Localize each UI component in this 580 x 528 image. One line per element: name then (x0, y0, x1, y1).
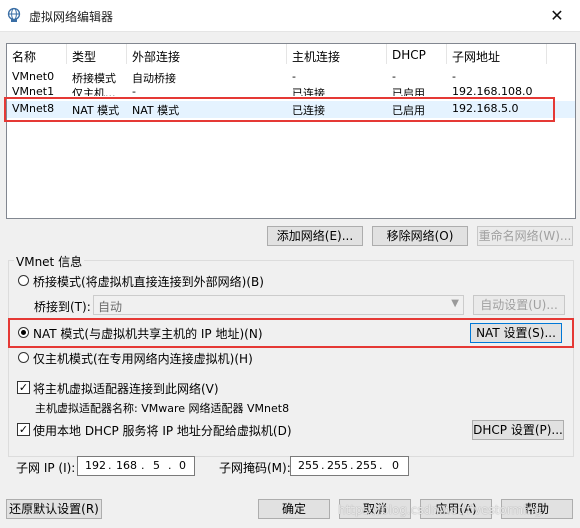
cell-name: VMnet0 (12, 70, 55, 83)
column-header-host[interactable]: 主机连接 (292, 48, 340, 65)
column-header-external[interactable]: 外部连接 (132, 48, 180, 65)
column-header-dhcp[interactable]: DHCP (392, 48, 426, 62)
ok-button[interactable]: 确定 (258, 499, 330, 519)
annotation-highlight-nat (8, 318, 574, 348)
ip-dot: . (379, 459, 383, 472)
annotation-highlight-vmnet8 (4, 97, 555, 122)
chevron-down-icon: ▼ (451, 298, 459, 309)
window-title: 虚拟网络编辑器 (29, 10, 114, 24)
ip-dot: . (141, 459, 145, 472)
cell-subnet: 192.168.108.0 (452, 85, 533, 96)
cell-external: - (132, 85, 136, 96)
bridge-to-select[interactable]: 自动 ▼ (93, 295, 464, 315)
close-button[interactable]: ✕ (534, 0, 580, 31)
watermark-text: https://blog.csdn.net/fivestorming (338, 503, 542, 517)
restore-defaults-button[interactable]: 还原默认设置(R) (6, 499, 102, 519)
ip-octet: 255 (298, 459, 319, 472)
cell-subnet: - (452, 70, 456, 83)
adapter-name-text: 主机虚拟适配器名称: VMware 网络适配器 VMnet8 (35, 402, 290, 415)
ip-octet: 0 (179, 459, 186, 472)
column-header-type[interactable]: 类型 (72, 48, 96, 65)
close-icon: ✕ (550, 6, 564, 25)
bridge-to-value: 自动 (98, 300, 123, 314)
ip-octet: 5 (153, 459, 160, 472)
cell-host: 已连接 (292, 87, 325, 96)
bridge-mode-label[interactable]: 桥接模式(将虚拟机直接连接到外部网络)(B) (33, 273, 264, 290)
rename-network-button[interactable]: 重命名网络(W)... (477, 226, 573, 246)
host-only-label[interactable]: 仅主机模式(在专用网络内连接虚拟机)(H) (33, 350, 253, 367)
list-header: 名称 类型 外部连接 主机连接 DHCP 子网地址 (7, 44, 575, 64)
cell-name: VMnet1 (12, 85, 55, 96)
table-row[interactable]: VMnet1 仅主机... - 已连接 已启用 192.168.108.0 (7, 84, 575, 96)
network-globe-icon (7, 7, 21, 22)
vmnet-info-title: VMnet 信息 (14, 253, 85, 270)
ip-octet: 168 (116, 459, 137, 472)
ip-dot: . (108, 459, 112, 472)
cell-dhcp: - (392, 70, 396, 83)
subnet-ip-label: 子网 IP (I): (16, 461, 76, 475)
cell-dhcp: 已启用 (392, 87, 425, 96)
ip-dot: . (350, 459, 354, 472)
ip-dot: . (168, 459, 172, 472)
ip-octet: 255 (327, 459, 348, 472)
check-mark-icon: ✓ (18, 423, 29, 436)
check-mark-icon: ✓ (18, 381, 29, 394)
cell-host: - (292, 70, 296, 83)
auto-settings-button[interactable]: 自动设置(U)... (473, 295, 565, 315)
bridge-mode-radio[interactable] (18, 275, 29, 286)
use-dhcp-checkbox[interactable]: ✓ (17, 423, 30, 436)
subnet-mask-label: 子网掩码(M): (219, 461, 291, 475)
subnet-mask-input[interactable]: 255 . 255 . 255 . 0 (290, 456, 409, 476)
host-only-radio[interactable] (18, 352, 29, 363)
subnet-ip-input[interactable]: 192 . 168 . 5 . 0 (77, 456, 195, 476)
connect-adapter-label[interactable]: 将主机虚拟适配器连接到此网络(V) (33, 380, 219, 397)
remove-network-button[interactable]: 移除网络(O) (372, 226, 468, 246)
column-header-subnet[interactable]: 子网地址 (452, 48, 500, 65)
column-header-name[interactable]: 名称 (12, 48, 36, 65)
use-dhcp-label[interactable]: 使用本地 DHCP 服务将 IP 地址分配给虚拟机(D) (33, 422, 292, 439)
network-list[interactable]: 名称 类型 外部连接 主机连接 DHCP 子网地址 VMnet0 桥接模式 自动… (6, 43, 576, 219)
connect-adapter-checkbox[interactable]: ✓ (17, 381, 30, 394)
bridge-to-label: 桥接到(T): (34, 300, 91, 314)
ip-octet: 192 (85, 459, 106, 472)
ip-octet: 255 (356, 459, 377, 472)
add-network-button[interactable]: 添加网络(E)... (267, 226, 363, 246)
ip-dot: . (321, 459, 325, 472)
cell-type: 仅主机... (72, 87, 116, 96)
dhcp-settings-button[interactable]: DHCP 设置(P)... (472, 420, 564, 440)
ip-octet: 0 (392, 459, 399, 472)
title-bar: 虚拟网络编辑器 ✕ (0, 0, 580, 32)
